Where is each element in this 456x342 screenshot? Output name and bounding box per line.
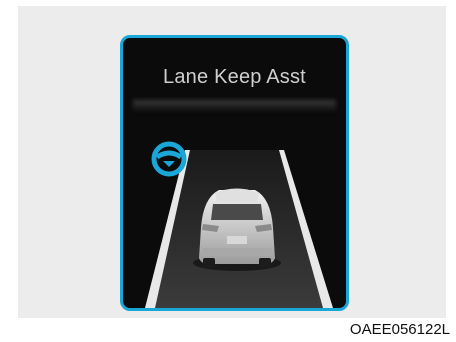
- steering-wheel-icon: [151, 141, 187, 177]
- image-reference-code: OAEE056122L: [349, 321, 450, 338]
- cluster-display: Lane Keep Asst: [120, 35, 349, 311]
- road-scene: [145, 141, 333, 308]
